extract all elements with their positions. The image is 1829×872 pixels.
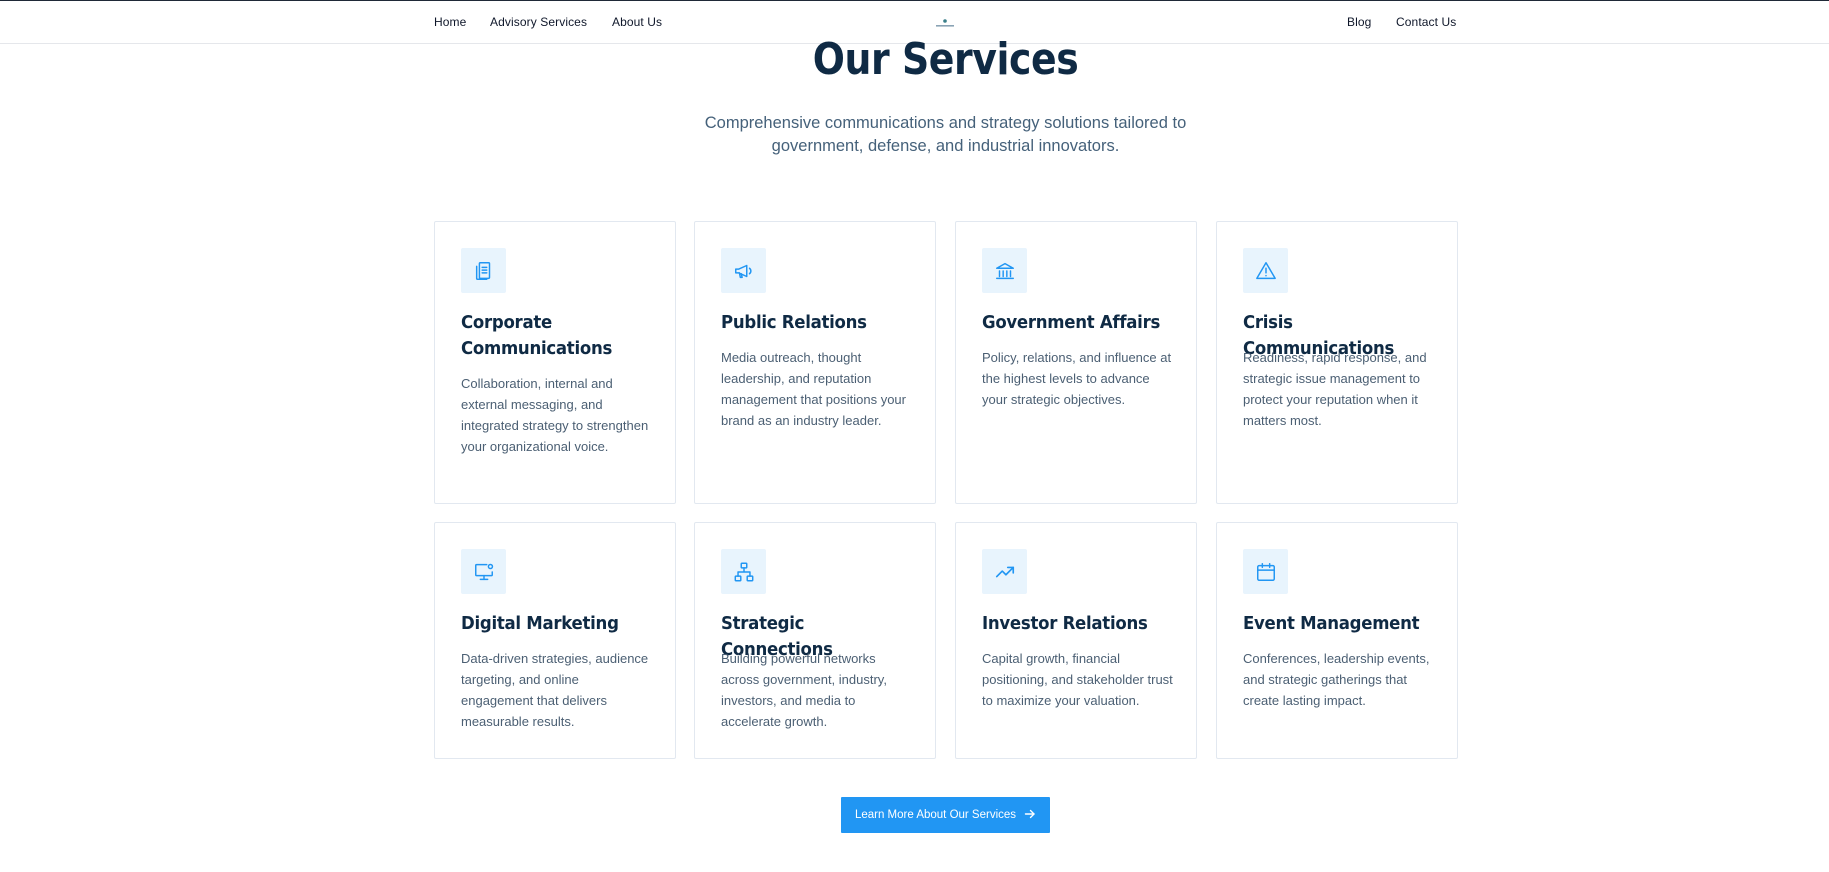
card-description: Building powerful networks across govern… <box>721 651 887 729</box>
trending-up-icon <box>982 549 1027 594</box>
learn-more-services-button[interactable]: Learn More About Our Services <box>841 797 1050 833</box>
document-icon <box>461 248 506 293</box>
service-card-event-management[interactable]: Event Management Conferences, leadership… <box>1216 522 1458 759</box>
service-card-investor-relations[interactable]: Investor Relations Capital growth, finan… <box>955 522 1197 759</box>
service-card-digital-marketing[interactable]: Digital Marketing Data-driven strategies… <box>434 522 676 759</box>
card-title: Public Relations <box>721 312 867 333</box>
card-title: Digital Marketing <box>461 613 619 634</box>
card-title: Corporate Communications <box>461 312 613 359</box>
card-description: Capital growth, financial positioning, a… <box>982 651 1173 708</box>
warning-triangle-icon <box>1243 248 1288 293</box>
card-title: Government Affairs <box>982 312 1161 333</box>
services-title: Our Services <box>812 34 1079 85</box>
cta-label: Learn More About Our Services <box>854 809 1017 821</box>
card-description: Data-driven strategies, audience targeti… <box>461 651 649 729</box>
capitol-building-icon <box>982 248 1027 293</box>
card-title: Event Management <box>1243 613 1420 634</box>
arrow-right-icon <box>1024 808 1036 823</box>
service-card-corporate-communications[interactable]: Corporate Communications Collaboration, … <box>434 221 676 504</box>
service-card-strategic-connections[interactable]: Strategic Connections Building powerful … <box>694 522 936 759</box>
megaphone-icon <box>721 248 766 293</box>
network-icon <box>721 549 766 594</box>
monitor-user-icon <box>461 549 506 594</box>
company-logo[interactable] <box>934 16 956 28</box>
card-description: Collaboration, internal and external mes… <box>461 376 649 454</box>
card-description: Policy, relations, and influence at the … <box>982 350 1172 407</box>
card-description: Media outreach, thought leadership, and … <box>721 350 906 428</box>
card-description: Conferences, leadership events, and stra… <box>1243 651 1430 708</box>
card-description: Readiness, rapid response, and strategic… <box>1243 350 1427 428</box>
card-title: Investor Relations <box>982 613 1148 634</box>
services-subtitle: Comprehensive communications and strateg… <box>704 114 1187 155</box>
service-card-public-relations[interactable]: Public Relations Media outreach, thought… <box>694 221 936 504</box>
calendar-icon <box>1243 549 1288 594</box>
service-card-government-affairs[interactable]: Government Affairs Policy, relations, an… <box>955 221 1197 504</box>
service-card-crisis-communications[interactable]: Crisis Communications Readiness, rapid r… <box>1216 221 1458 504</box>
